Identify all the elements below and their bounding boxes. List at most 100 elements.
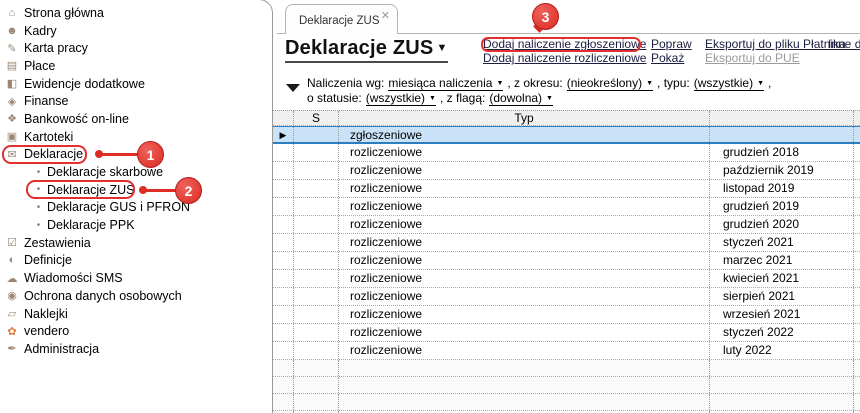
action-link-eksportuj-do-pliku-płatnika[interactable]: Eksportuj do pliku Płatnika — [705, 37, 846, 51]
cell-extra — [854, 180, 860, 197]
sidebar-item-deklaracje-gus-i-pfron[interactable]: • Deklaracje GUS i PFRON — [0, 199, 268, 217]
filter-dropdown-wszystkie[interactable]: (wszystkie) ▼ — [693, 76, 765, 91]
table-row[interactable]: rozliczeniowe luty 2022 — [273, 342, 860, 360]
cell-s — [294, 216, 339, 233]
empty-cell — [339, 394, 710, 410]
action-link-pokaż[interactable]: Pokaż — [651, 51, 705, 65]
column-header-marker[interactable] — [273, 111, 294, 125]
payroll-icon: ▤ — [6, 60, 18, 73]
sidebar-item-karta-pracy[interactable]: ✎ Karta pracy — [0, 39, 268, 57]
empty-cell — [710, 394, 854, 410]
filter-dropdown-miesiąca-naliczenia[interactable]: miesiąca naliczenia ▼ — [388, 76, 504, 91]
filter-dropdown-nieokreślony[interactable]: (nieokreślony) ▼ — [566, 76, 654, 91]
cell-s — [294, 144, 339, 161]
sidebar-item-ochrona-danych-osobowych[interactable]: ◉ Ochrona danych osobowych — [0, 287, 268, 305]
sidebar-item-płace[interactable]: ▤ Płace — [0, 57, 268, 75]
empty-cell — [294, 394, 339, 410]
sidebar-item-deklaracje-skarbowe[interactable]: • Deklaracje skarbowe — [0, 163, 268, 181]
action-link-eksportuj-do-pue[interactable]: Eksportuj do PUE — [705, 51, 828, 65]
filter-dropdown-wszystkie[interactable]: (wszystkie) ▼ — [365, 91, 436, 106]
sidebar-item-wiadomości-sms[interactable]: ☁ Wiadomości SMS — [0, 269, 268, 287]
table-row[interactable]: rozliczeniowe grudzień 2018 — [273, 144, 860, 162]
cell-typ: zgłoszeniowe — [339, 127, 710, 142]
table-row[interactable]: rozliczeniowe grudzień 2020 — [273, 216, 860, 234]
admin-icon: ✒ — [7, 343, 17, 356]
cell-s — [294, 324, 339, 341]
cell-s — [294, 162, 339, 179]
bullet-icon: • — [36, 201, 41, 213]
filter-label: , — [768, 76, 772, 90]
tab-deklaracje-zus[interactable]: Deklaracje ZUS ✕ — [285, 4, 398, 34]
cell-okres: sierpień 2021 — [710, 288, 854, 305]
dropdown-arrow-icon: ▼ — [429, 95, 436, 102]
annotation-line-1 — [101, 152, 138, 156]
cell-typ: rozliczeniowe — [339, 180, 710, 197]
sidebar-item-label: Kartoteki — [24, 129, 74, 144]
sidebar-item-finanse[interactable]: ◈ Finanse — [0, 92, 268, 110]
sidebar-item-definicje[interactable]: ◐ Definicje — [0, 252, 268, 270]
column-header-typ[interactable]: Typ — [339, 111, 710, 125]
table-row[interactable]: rozliczeniowe wrzesień 2021 — [273, 306, 860, 324]
marker-cell — [273, 144, 294, 161]
filter-dropdown-value: (wszystkie) — [365, 91, 426, 105]
sidebar-item-zestawienia[interactable]: ☑ Zestawienia — [0, 234, 268, 252]
sidebar-item-label: Finanse — [24, 94, 69, 109]
column-header-s[interactable]: S — [294, 111, 339, 125]
action-link-popraw[interactable]: Popraw — [651, 37, 705, 51]
action-link-inne-d[interactable]: Inne d — [828, 37, 860, 51]
cell-extra — [854, 252, 860, 269]
sidebar-item-label: Zestawienia — [24, 235, 91, 250]
vendero-icon: ✿ — [7, 325, 17, 338]
tab-close-icon[interactable]: ✕ — [381, 9, 390, 22]
sidebar-item-label: Ewidencje dodatkowe — [24, 76, 145, 91]
table-row[interactable]: rozliczeniowe grudzień 2019 — [273, 198, 860, 216]
table-row[interactable]: rozliczeniowe styczeń 2022 — [273, 324, 860, 342]
marker-cell — [273, 324, 294, 341]
filter-icon[interactable] — [286, 84, 300, 92]
sidebar-item-label: Deklaracje PPK — [47, 218, 135, 233]
sidebar-item-ewidencje-dodatkowe[interactable]: ◧ Ewidencje dodatkowe — [0, 75, 268, 93]
sidebar-item-deklaracje-ppk[interactable]: • Deklaracje PPK — [0, 216, 268, 234]
cell-s — [294, 252, 339, 269]
table-row[interactable]: rozliczeniowe styczeń 2021 — [273, 234, 860, 252]
sidebar-item-kadry[interactable]: ☻ Kadry — [0, 22, 268, 40]
sidebar-item-label: Płace — [24, 58, 56, 73]
sidebar-item-vendero[interactable]: ✿ vendero — [0, 322, 268, 340]
action-link-dodaj-naliczenie-rozliczeniowe[interactable]: Dodaj naliczenie rozliczeniowe — [483, 51, 651, 65]
sidebar-item-label: Deklaracje GUS i PFRON — [47, 200, 191, 215]
sidebar-item-strona-główna[interactable]: ⌂ Strona główna — [0, 4, 268, 22]
sidebar-item-administracja[interactable]: ✒ Administracja — [0, 340, 268, 358]
filter-dropdown-dowolna[interactable]: (dowolna) ▼ — [489, 91, 553, 106]
cell-okres: styczeń 2022 — [710, 324, 854, 341]
column-header-okres[interactable] — [710, 111, 854, 125]
table-row[interactable]: rozliczeniowe kwiecień 2021 — [273, 270, 860, 288]
cell-typ: rozliczeniowe — [339, 342, 710, 359]
marker-cell — [273, 180, 294, 197]
empty-cell — [854, 377, 860, 393]
sidebar-item-kartoteki[interactable]: ▣ Kartoteki — [0, 128, 268, 146]
table-row[interactable]: rozliczeniowe sierpień 2021 — [273, 288, 860, 306]
sidebar-item-bankowość-on-line[interactable]: ❖ Bankowość on-line — [0, 110, 268, 128]
table-row[interactable]: rozliczeniowe marzec 2021 — [273, 252, 860, 270]
cell-okres: luty 2022 — [710, 342, 854, 359]
cell-okres: grudzień 2019 — [710, 198, 854, 215]
sidebar-item-naklejki[interactable]: ▱ Naklejki — [0, 305, 268, 323]
table-row[interactable]: rozliczeniowe październik 2019 — [273, 162, 860, 180]
privacy-icon: ◉ — [7, 290, 17, 303]
page-title[interactable]: Deklaracje ZUS ▼ — [285, 37, 448, 63]
people-icon: ☻ — [6, 24, 18, 37]
table-row[interactable]: rozliczeniowe listopad 2019 — [273, 180, 860, 198]
filter-row-1: Naliczenia wg: miesiąca naliczenia ▼, z ok… — [307, 76, 775, 91]
cell-okres: marzec 2021 — [710, 252, 854, 269]
filter-label: , z flagą: — [439, 91, 486, 105]
column-header-extra[interactable] — [854, 111, 860, 125]
bullet-icon: • — [36, 219, 41, 231]
annotation-box-dodaj-naliczenie — [481, 37, 641, 52]
page-title-text: Deklaracje ZUS — [285, 37, 434, 59]
cell-okres — [710, 127, 854, 142]
cell-s — [294, 198, 339, 215]
cell-extra — [854, 324, 860, 341]
table-row[interactable]: ▶ zgłoszeniowe — [273, 126, 860, 144]
filter-dropdown-value: miesiąca naliczenia — [388, 76, 493, 90]
empty-cell — [273, 377, 294, 393]
